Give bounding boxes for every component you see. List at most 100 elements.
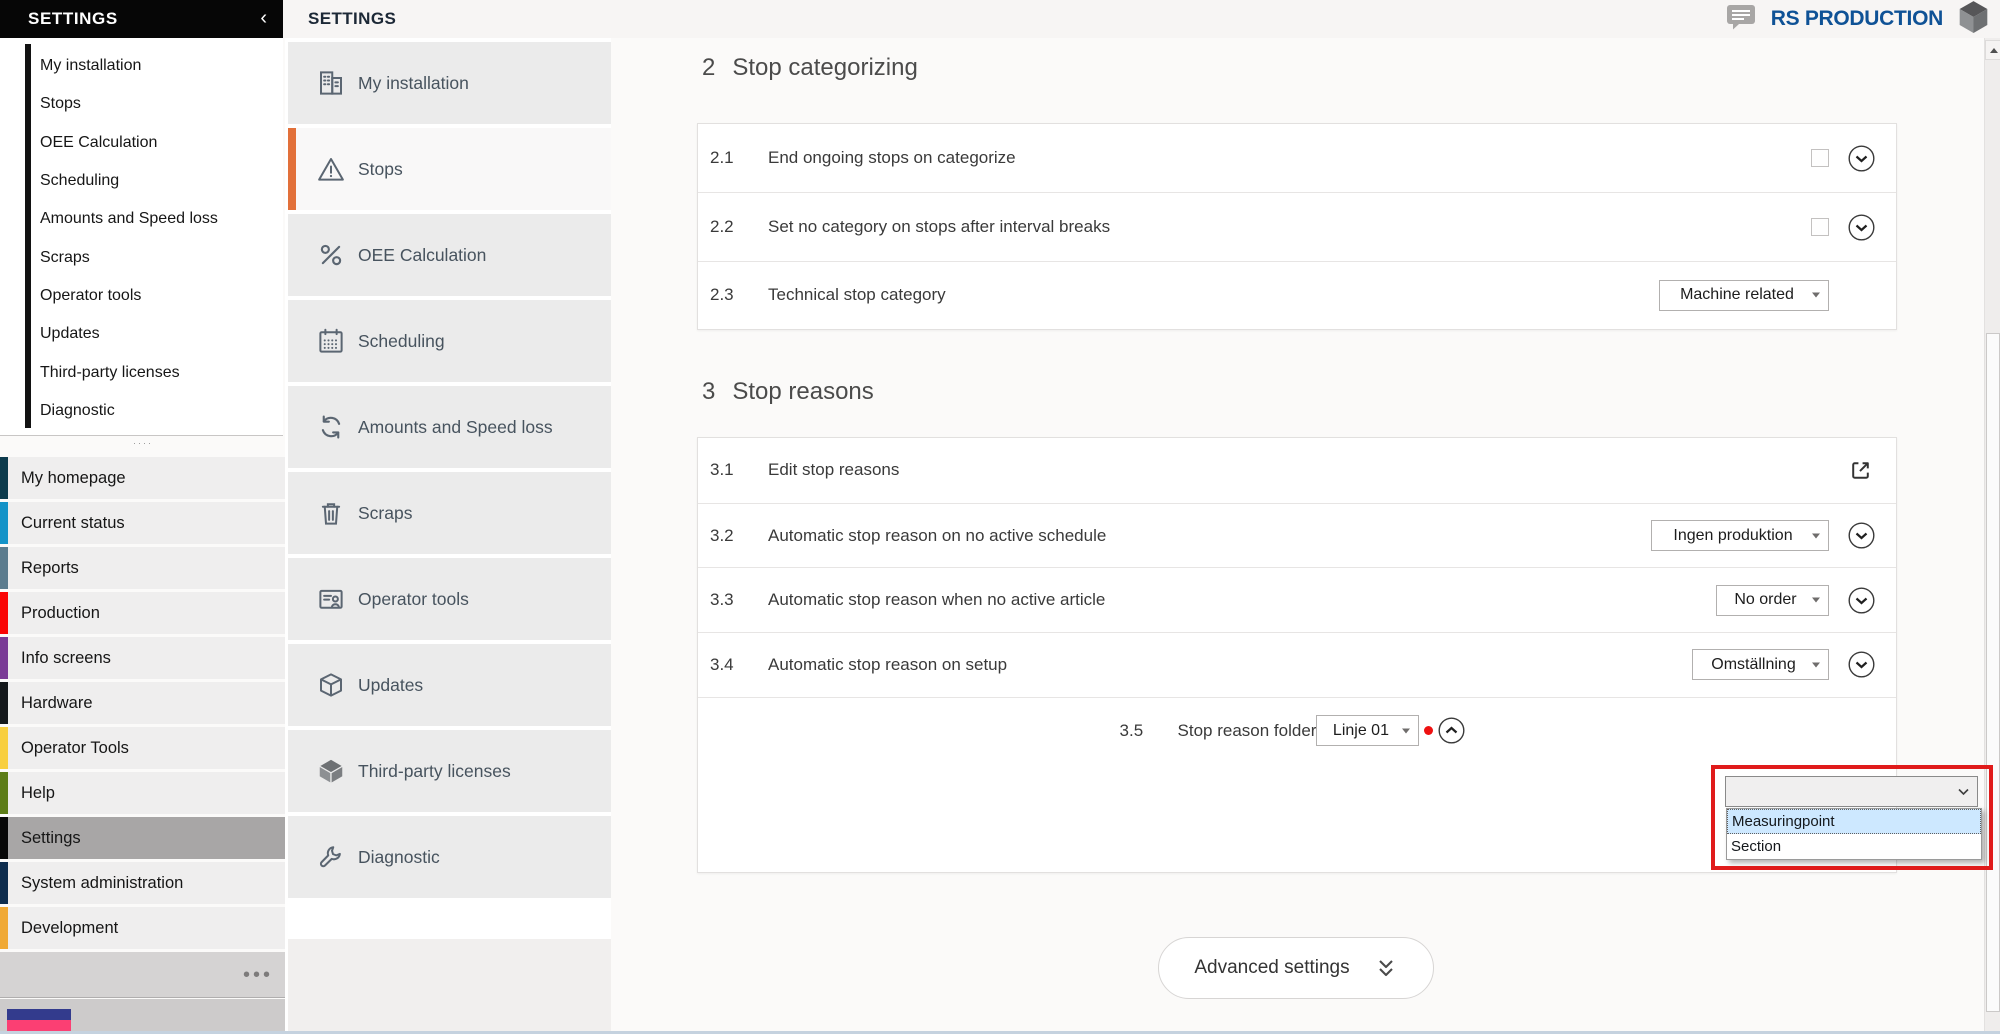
- color-strip: [0, 817, 8, 859]
- top-bar-right: RS PRODUCTION: [1726, 0, 1990, 38]
- no-active-article-reason-select[interactable]: No order: [1716, 585, 1829, 616]
- wrench-icon: [315, 841, 347, 873]
- row-number: 2.1: [710, 148, 768, 168]
- sidebar-item-scraps[interactable]: Scraps: [288, 472, 611, 554]
- sidebar-item-diagnostic[interactable]: Diagnostic: [288, 816, 611, 898]
- section-heading-stop-reasons: 3 Stop reasons: [702, 378, 874, 406]
- setting-row-3-2: 3.2 Automatic stop reason on no active s…: [698, 503, 1896, 568]
- sidebar-item-third-party-licenses[interactable]: Third-party licenses: [288, 730, 611, 812]
- scroll-up-button[interactable]: [1985, 40, 2000, 60]
- primary-nav-stops[interactable]: Stops: [40, 85, 218, 123]
- sidebar-item-oee-calculation[interactable]: OEE Calculation: [288, 214, 611, 296]
- row-number: 3.4: [710, 655, 768, 675]
- quick-nav-settings[interactable]: Settings: [0, 817, 285, 859]
- color-strip: [0, 907, 8, 949]
- row-label: End ongoing stops on categorize: [768, 148, 1811, 168]
- primary-nav-list: My installation Stops OEE Calculation Sc…: [40, 47, 218, 430]
- quick-nav-help[interactable]: Help: [0, 772, 285, 814]
- quick-nav-my-homepage[interactable]: My homepage: [0, 457, 285, 499]
- quick-nav-reports[interactable]: Reports: [0, 547, 285, 589]
- setting-row-3-4: 3.4 Automatic stop reason on setup Omstä…: [698, 632, 1896, 697]
- quick-nav-operator-tools[interactable]: Operator Tools: [0, 727, 285, 769]
- brand-cube-logo-icon: [1957, 0, 1990, 39]
- sidebar-item-my-installation[interactable]: My installation: [288, 42, 611, 124]
- option-section[interactable]: Section: [1727, 834, 1981, 859]
- row-label: Stop reason folder: [1178, 721, 1317, 741]
- select-value: No order: [1734, 591, 1796, 609]
- no-active-schedule-reason-select[interactable]: Ingen produktion: [1651, 520, 1829, 551]
- end-ongoing-stops-checkbox[interactable]: [1811, 149, 1829, 167]
- vertical-scrollbar[interactable]: [1984, 38, 2000, 1034]
- external-link-icon[interactable]: [1848, 458, 1873, 483]
- sidebar-item-operator-tools[interactable]: Operator tools: [288, 558, 611, 640]
- quick-nav-production[interactable]: Production: [0, 592, 285, 634]
- chevron-down-circle-icon[interactable]: [1848, 145, 1875, 172]
- select-value: Omställning: [1711, 656, 1795, 674]
- primary-nav-scheduling[interactable]: Scheduling: [40, 162, 218, 200]
- primary-nav-third-party-licenses[interactable]: Third-party licenses: [40, 353, 218, 391]
- quick-nav-info-screens[interactable]: Info screens: [0, 637, 285, 679]
- color-strip: [0, 592, 8, 634]
- warning-triangle-icon: [315, 153, 347, 185]
- primary-nav-operator-tools[interactable]: Operator tools: [40, 277, 218, 315]
- folder-type-options-popup: Measuringpoint Section: [1726, 808, 1982, 860]
- chevron-down-circle-icon[interactable]: [1848, 522, 1875, 549]
- language-flag-icon[interactable]: [7, 1009, 71, 1031]
- primary-nav-oee-calculation[interactable]: OEE Calculation: [40, 124, 218, 162]
- folder-type-select[interactable]: [1725, 776, 1978, 807]
- chevron-up-circle-icon[interactable]: [1438, 717, 1465, 744]
- chevron-down-circle-icon[interactable]: [1848, 587, 1875, 614]
- color-strip: [0, 727, 8, 769]
- color-strip: [0, 772, 8, 814]
- advanced-settings-button[interactable]: Advanced settings: [1158, 937, 1434, 999]
- section-number: 2: [702, 54, 715, 82]
- quick-nav-hardware[interactable]: Hardware: [0, 682, 285, 724]
- scrollbar-thumb[interactable]: [1986, 333, 2000, 1012]
- sidebar-item-amounts-speed-loss[interactable]: Amounts and Speed loss: [288, 386, 611, 468]
- option-measuringpoint[interactable]: Measuringpoint: [1727, 809, 1981, 834]
- stop-reason-folder-select[interactable]: Linje 01: [1316, 715, 1419, 746]
- window-header: SETTINGS ‹: [0, 0, 283, 38]
- setting-row-2-3: 2.3 Technical stop category Machine rela…: [698, 261, 1896, 329]
- dropdown-arrow-icon: [1402, 728, 1410, 733]
- chevron-down-circle-icon[interactable]: [1848, 214, 1875, 241]
- primary-nav-scraps[interactable]: Scraps: [40, 238, 218, 276]
- no-category-interval-breaks-checkbox[interactable]: [1811, 218, 1829, 236]
- quick-nav-current-status[interactable]: Current status: [0, 502, 285, 544]
- quick-nav-system-administration[interactable]: System administration: [0, 862, 285, 904]
- sidebar-empty-area: [288, 939, 611, 1034]
- primary-nav-diagnostic[interactable]: Diagnostic: [40, 392, 218, 430]
- sidebar-item-stops[interactable]: Stops: [288, 128, 611, 210]
- row-number: 3.2: [710, 526, 768, 546]
- sidebar-item-updates[interactable]: Updates: [288, 644, 611, 726]
- percent-icon: [315, 239, 347, 271]
- row-number: 3.1: [710, 460, 768, 480]
- setup-reason-select[interactable]: Omställning: [1692, 649, 1829, 680]
- setting-row-3-3: 3.3 Automatic stop reason when no active…: [698, 567, 1896, 632]
- primary-nav-updates[interactable]: Updates: [40, 315, 218, 353]
- chevron-down-circle-icon[interactable]: [1848, 651, 1875, 678]
- collapse-chevron-icon[interactable]: ‹: [260, 8, 267, 28]
- primary-nav-my-installation[interactable]: My installation: [40, 47, 218, 85]
- sidebar-item-scheduling[interactable]: Scheduling: [288, 300, 611, 382]
- chat-icon[interactable]: [1726, 4, 1757, 35]
- row-label: Technical stop category: [768, 285, 1659, 305]
- stop-categorizing-card: 2.1 End ongoing stops on categorize 2.2 …: [697, 123, 1897, 330]
- technical-stop-category-select[interactable]: Machine related: [1659, 280, 1829, 311]
- panel-resize-handle[interactable]: ····: [118, 438, 168, 448]
- scroll-up-arrow-icon: [1990, 48, 1998, 53]
- select-value: Ingen produktion: [1673, 527, 1792, 545]
- quick-nav-development[interactable]: Development: [0, 907, 285, 949]
- top-bar: SETTINGS RS PRODUCTION: [283, 0, 2000, 38]
- trash-icon: [315, 497, 347, 529]
- section-title: Stop categorizing: [732, 54, 917, 82]
- calendar-icon: [315, 325, 347, 357]
- setting-row-2-2: 2.2 Set no category on stops after inter…: [698, 192, 1896, 260]
- flag-bottom-half: [7, 1020, 71, 1031]
- flag-top-half: [7, 1009, 71, 1020]
- primary-nav-amounts-speed-loss[interactable]: Amounts and Speed loss: [40, 200, 218, 238]
- dropdown-arrow-icon: [1812, 662, 1820, 667]
- row-label: Edit stop reasons: [768, 460, 1848, 480]
- dropdown-arrow-icon: [1812, 293, 1820, 298]
- row-number: 3.5: [1120, 721, 1178, 741]
